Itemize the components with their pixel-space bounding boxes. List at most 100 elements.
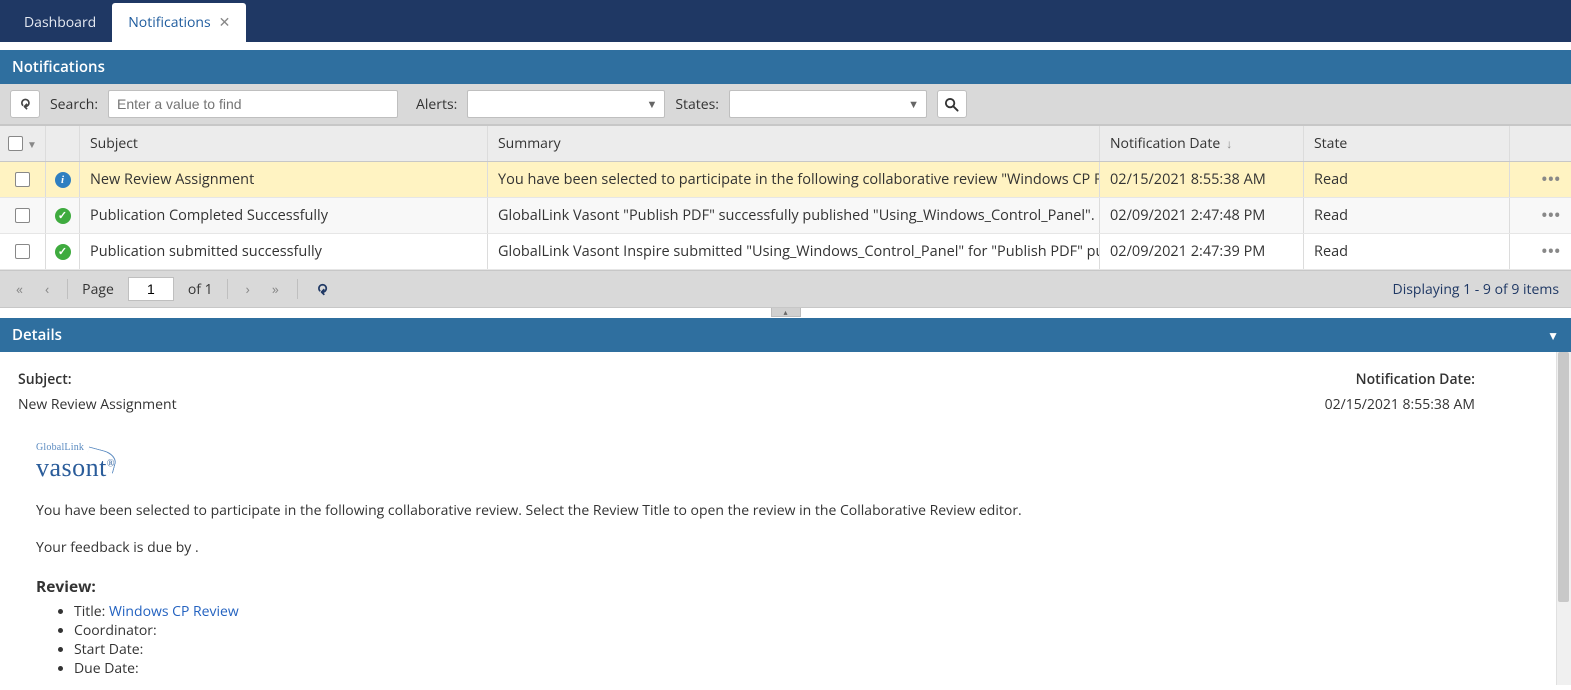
column-state-label: State	[1314, 134, 1347, 153]
grid-body: New Review AssignmentYou have been selec…	[0, 162, 1571, 270]
row-checkbox-cell[interactable]	[0, 198, 46, 233]
row-summary: GlobalLink Vasont "Publish PDF" successf…	[488, 198, 1100, 233]
close-tab-icon[interactable]: ✕	[219, 16, 231, 30]
review-coordinator-item: Coordinator:	[74, 622, 1535, 641]
states-input[interactable]	[729, 90, 927, 118]
separator	[227, 279, 228, 299]
review-list: Title: Windows CP Review Coordinator: St…	[74, 603, 1535, 679]
notification-date-label: Notification Date:	[1325, 370, 1475, 389]
row-summary: You have been selected to participate in…	[488, 162, 1100, 197]
alerts-combo[interactable]: ▼	[467, 90, 665, 118]
search-input[interactable]	[108, 90, 398, 118]
row-subject: Publication Completed Successfully	[80, 198, 488, 233]
search-label: Search:	[50, 95, 98, 114]
row-checkbox[interactable]	[15, 208, 30, 223]
row-actions[interactable]: •••	[1510, 198, 1571, 233]
splitter-grip-icon[interactable]: ▴	[771, 308, 801, 317]
row-date: 02/09/2021 2:47:39 PM	[1100, 234, 1304, 269]
row-icon-cell	[46, 234, 80, 269]
notification-date-value: 02/15/2021 8:55:38 AM	[1325, 395, 1475, 414]
first-page-button[interactable]: «	[12, 278, 27, 301]
row-menu-icon[interactable]: •••	[1542, 170, 1561, 189]
tab-bar: Dashboard Notifications ✕	[0, 0, 1571, 42]
review-due-item: Due Date:	[74, 660, 1535, 679]
row-subject: New Review Assignment	[80, 162, 488, 197]
splitter[interactable]: ▴	[0, 308, 1571, 318]
details-body: Subject: New Review Assignment Notificat…	[0, 352, 1571, 685]
row-menu-icon[interactable]: •••	[1542, 206, 1561, 225]
row-menu-icon[interactable]: •••	[1542, 242, 1561, 261]
tab-notifications[interactable]: Notifications ✕	[112, 3, 246, 42]
separator	[297, 279, 298, 299]
column-subject-label: Subject	[90, 134, 138, 153]
toolbar: ⟳ Search: Alerts: ▼ States: ▼	[0, 84, 1571, 125]
search-button[interactable]	[937, 90, 967, 118]
subject-value: New Review Assignment	[18, 395, 177, 414]
success-icon	[55, 208, 71, 224]
tab-strip	[0, 42, 1571, 50]
review-heading: Review:	[36, 575, 1535, 597]
paging-status: Displaying 1 - 9 of 9 items	[1393, 280, 1559, 299]
row-date: 02/15/2021 8:55:38 AM	[1100, 162, 1304, 197]
scrollbar-thumb[interactable]	[1558, 352, 1569, 602]
column-summary[interactable]: Summary	[488, 126, 1100, 161]
grid-header: ▼ Subject Summary Notification Date ↓ St…	[0, 125, 1571, 162]
chevron-down-icon[interactable]: ▼	[1547, 327, 1559, 344]
last-page-button[interactable]: »	[268, 278, 283, 301]
row-icon-cell	[46, 198, 80, 233]
details-title: Details	[12, 325, 62, 345]
details-content: GlobalLink vasont® You have been selecte…	[8, 420, 1563, 679]
tab-dashboard[interactable]: Dashboard	[8, 3, 112, 42]
row-checkbox-cell[interactable]	[0, 234, 46, 269]
column-state[interactable]: State	[1304, 126, 1510, 161]
review-title-item: Title: Windows CP Review	[74, 603, 1535, 622]
search-icon	[944, 97, 959, 112]
column-subject[interactable]: Subject	[80, 126, 488, 161]
refresh-page-button[interactable]: ⟳	[312, 278, 332, 301]
review-title-label: Title:	[74, 602, 109, 621]
review-title-link[interactable]: Windows CP Review	[109, 602, 239, 621]
row-checkbox[interactable]	[15, 172, 30, 187]
scrollbar-track[interactable]	[1556, 352, 1571, 685]
details-top: Subject: New Review Assignment Notificat…	[8, 370, 1563, 420]
tab-notifications-label: Notifications	[128, 13, 210, 32]
row-actions[interactable]: •••	[1510, 234, 1571, 269]
sort-descending-icon: ↓	[1226, 135, 1232, 152]
refresh-icon: ⟳	[17, 98, 33, 109]
review-start-item: Start Date:	[74, 641, 1535, 660]
header-checkbox-cell[interactable]: ▼	[0, 126, 46, 161]
row-checkbox-cell[interactable]	[0, 162, 46, 197]
row-actions[interactable]: •••	[1510, 162, 1571, 197]
states-combo[interactable]: ▼	[729, 90, 927, 118]
select-all-checkbox[interactable]	[8, 136, 23, 151]
refresh-icon: ⟳	[312, 283, 331, 295]
column-notification-date[interactable]: Notification Date ↓	[1100, 126, 1304, 161]
states-label: States:	[675, 95, 719, 114]
row-state: Read	[1304, 162, 1510, 197]
page-input[interactable]	[128, 277, 174, 301]
table-row[interactable]: New Review AssignmentYou have been selec…	[0, 162, 1571, 198]
next-page-button[interactable]: ›	[242, 278, 254, 301]
logo-top-text: GlobalLink	[36, 442, 115, 453]
details-feedback-text: Your feedback is due by .	[36, 538, 1535, 557]
prev-page-button[interactable]: ‹	[41, 278, 53, 301]
row-checkbox[interactable]	[15, 244, 30, 259]
panel-title: Notifications	[12, 57, 105, 77]
alerts-label: Alerts:	[416, 95, 457, 114]
alerts-input[interactable]	[467, 90, 665, 118]
details-panel-header[interactable]: Details ▼	[0, 318, 1571, 352]
column-date-label: Notification Date	[1110, 134, 1220, 153]
page-label: Page	[82, 280, 114, 299]
separator	[67, 279, 68, 299]
chevron-down-icon[interactable]: ▼	[27, 137, 37, 151]
vasont-logo: GlobalLink vasont®	[36, 442, 115, 483]
row-subject: Publication submitted successfully	[80, 234, 488, 269]
table-row[interactable]: Publication submitted successfullyGlobal…	[0, 234, 1571, 270]
registered-icon: ®	[107, 458, 115, 469]
table-row[interactable]: Publication Completed SuccessfullyGlobal…	[0, 198, 1571, 234]
header-icon-cell	[46, 126, 80, 161]
refresh-button[interactable]: ⟳	[10, 90, 40, 118]
tab-dashboard-label: Dashboard	[24, 13, 96, 32]
page-of-label: of 1	[188, 280, 213, 299]
logo-main-text: vasont	[36, 453, 107, 482]
